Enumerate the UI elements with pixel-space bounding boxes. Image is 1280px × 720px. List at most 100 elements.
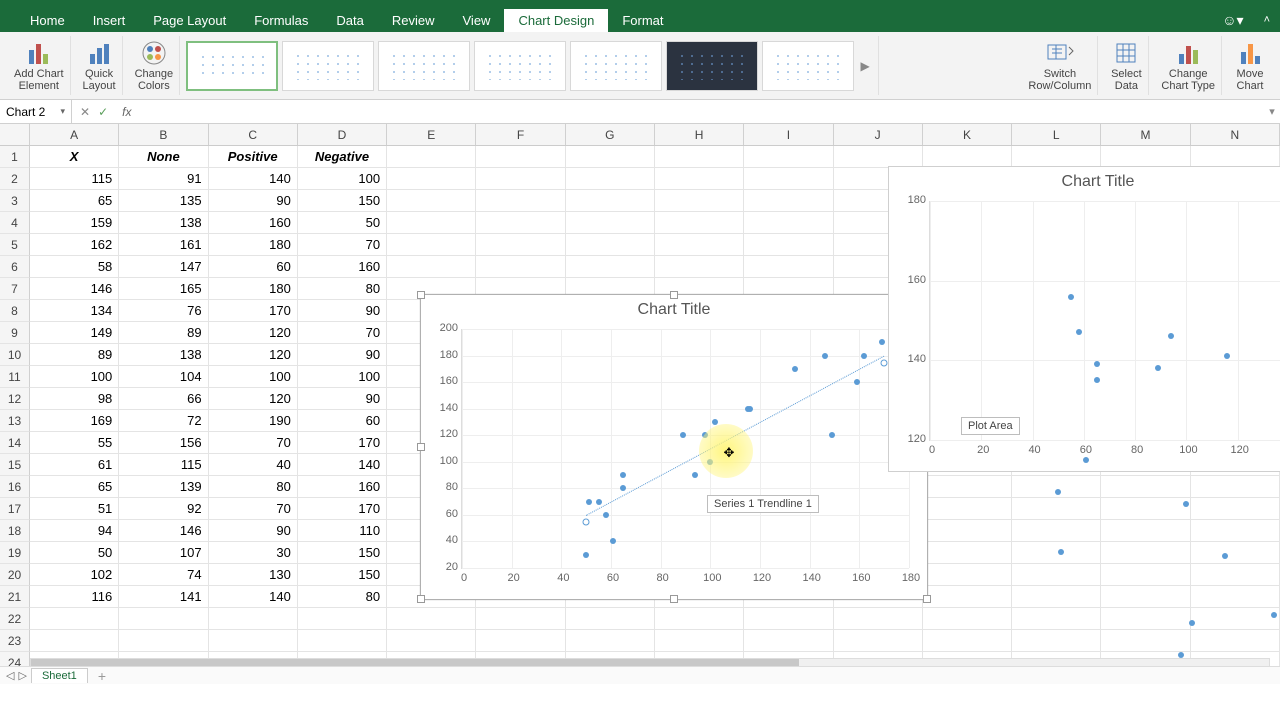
cell[interactable] <box>655 146 744 168</box>
chart-style-4[interactable] <box>474 41 566 91</box>
cell[interactable]: 100 <box>209 366 298 388</box>
cell[interactable]: 141 <box>119 586 208 608</box>
cell[interactable]: 55 <box>30 432 119 454</box>
cell[interactable] <box>566 256 655 278</box>
add-chart-element-button[interactable]: Add Chart Element <box>8 36 71 95</box>
cell[interactable]: None <box>119 146 208 168</box>
cell[interactable]: 139 <box>119 476 208 498</box>
cell[interactable]: 180 <box>209 278 298 300</box>
cell[interactable] <box>387 608 476 630</box>
name-box-dropdown-icon[interactable]: ▾ <box>60 106 65 117</box>
cell[interactable] <box>834 630 923 652</box>
sheet-tab-active[interactable]: Sheet1 <box>31 668 88 683</box>
cell[interactable] <box>298 608 387 630</box>
cell[interactable] <box>1012 586 1101 608</box>
cell[interactable]: 159 <box>30 212 119 234</box>
cell[interactable] <box>566 190 655 212</box>
plot-area-side[interactable]: 120140160180020406080100120140 <box>929 201 1280 441</box>
formula-expand-icon[interactable]: ▾ <box>1264 105 1280 118</box>
cell[interactable] <box>744 630 833 652</box>
row-header-5[interactable]: 5 <box>0 234 30 256</box>
cell[interactable]: 160 <box>209 212 298 234</box>
tab-data[interactable]: Data <box>322 9 377 32</box>
sheet-add-button[interactable]: + <box>92 668 112 684</box>
cell[interactable] <box>30 630 119 652</box>
cell[interactable]: 90 <box>298 300 387 322</box>
quick-layout-button[interactable]: Quick Layout <box>77 36 123 95</box>
col-header-I[interactable]: I <box>744 124 833 145</box>
cell[interactable]: Positive <box>209 146 298 168</box>
cell[interactable]: 60 <box>209 256 298 278</box>
cell[interactable]: 110 <box>298 520 387 542</box>
cell[interactable] <box>744 608 833 630</box>
data-point[interactable] <box>1189 620 1195 626</box>
cell[interactable]: 102 <box>30 564 119 586</box>
cell[interactable] <box>923 630 1012 652</box>
cell[interactable]: 146 <box>119 520 208 542</box>
chart-style-3[interactable] <box>378 41 470 91</box>
cell[interactable]: 92 <box>119 498 208 520</box>
data-point[interactable] <box>829 432 835 438</box>
cell[interactable]: 100 <box>298 168 387 190</box>
cell[interactable] <box>1191 630 1280 652</box>
chart-object-main[interactable]: Chart Title 2040608010012014016018020002… <box>420 294 928 600</box>
cell[interactable] <box>1101 564 1190 586</box>
data-point[interactable] <box>792 366 798 372</box>
row-header-15[interactable]: 15 <box>0 454 30 476</box>
switch-row-column-button[interactable]: Switch Row/Column <box>1022 36 1098 95</box>
cell[interactable]: 70 <box>298 322 387 344</box>
col-header-N[interactable]: N <box>1191 124 1280 145</box>
cell[interactable] <box>387 256 476 278</box>
data-point[interactable] <box>1224 353 1230 359</box>
cell[interactable] <box>476 190 565 212</box>
cell[interactable] <box>923 146 1012 168</box>
cell[interactable]: 150 <box>298 564 387 586</box>
cell[interactable] <box>1012 520 1101 542</box>
cell[interactable] <box>1191 608 1280 630</box>
col-header-L[interactable]: L <box>1012 124 1101 145</box>
cell[interactable] <box>923 520 1012 542</box>
cell[interactable]: 80 <box>298 278 387 300</box>
cell[interactable]: 170 <box>298 498 387 520</box>
cancel-icon[interactable]: ✕ <box>80 105 90 119</box>
cell[interactable] <box>566 234 655 256</box>
row-header-8[interactable]: 8 <box>0 300 30 322</box>
col-header-H[interactable]: H <box>655 124 744 145</box>
cell[interactable]: 130 <box>209 564 298 586</box>
cell[interactable]: 90 <box>209 190 298 212</box>
cell[interactable] <box>744 168 833 190</box>
column-headers[interactable]: ABCDEFGHIJKLMN <box>30 124 1280 146</box>
cell[interactable] <box>1191 476 1280 498</box>
cell[interactable]: 50 <box>298 212 387 234</box>
cell[interactable] <box>1012 542 1101 564</box>
cell[interactable] <box>1101 146 1190 168</box>
cell[interactable]: 98 <box>30 388 119 410</box>
cell[interactable] <box>744 190 833 212</box>
cell[interactable] <box>209 608 298 630</box>
cell[interactable] <box>119 630 208 652</box>
cell[interactable]: 150 <box>298 542 387 564</box>
cell[interactable]: 70 <box>209 498 298 520</box>
cell[interactable] <box>476 212 565 234</box>
col-header-B[interactable]: B <box>119 124 208 145</box>
row-header-13[interactable]: 13 <box>0 410 30 432</box>
cell[interactable]: 162 <box>30 234 119 256</box>
cell[interactable]: 58 <box>30 256 119 278</box>
cell[interactable] <box>923 564 1012 586</box>
cell[interactable] <box>476 168 565 190</box>
chart-object-side[interactable]: Chart Title 1201401601800204060801001201… <box>888 166 1280 472</box>
cell[interactable] <box>923 542 1012 564</box>
chart-style-2[interactable] <box>282 41 374 91</box>
cell[interactable]: 70 <box>209 432 298 454</box>
cell[interactable]: 107 <box>119 542 208 564</box>
cell[interactable]: 120 <box>209 322 298 344</box>
cell[interactable]: 60 <box>298 410 387 432</box>
data-point[interactable] <box>1271 612 1277 618</box>
data-point[interactable] <box>1068 294 1074 300</box>
cell[interactable]: 165 <box>119 278 208 300</box>
cell[interactable] <box>387 146 476 168</box>
cell[interactable] <box>1101 542 1190 564</box>
col-header-D[interactable]: D <box>298 124 387 145</box>
chart-styles-gallery[interactable]: ▶ <box>186 36 879 95</box>
col-header-G[interactable]: G <box>566 124 655 145</box>
